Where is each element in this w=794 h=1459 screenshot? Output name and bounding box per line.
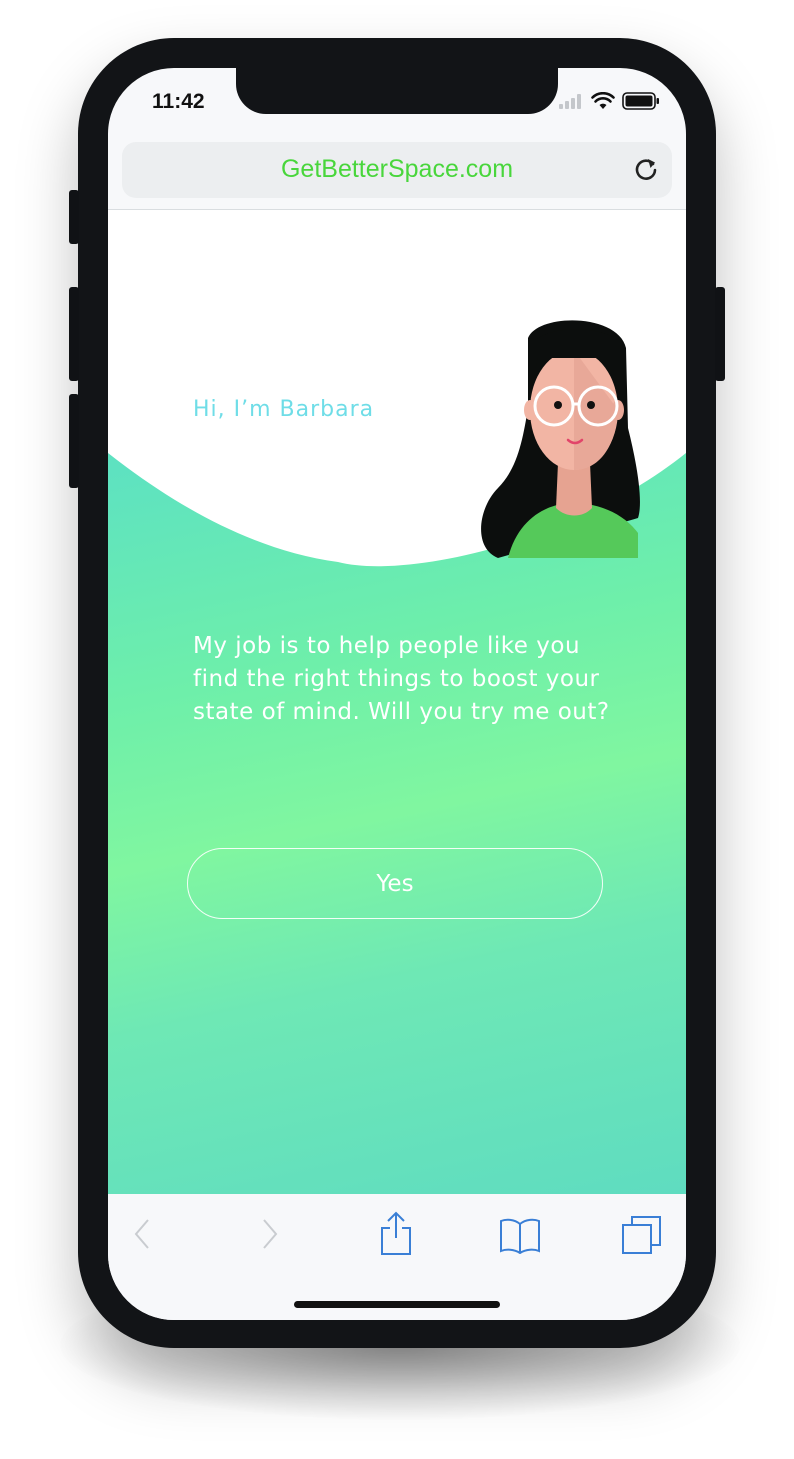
page-content: Hi, I’m Barbara My job is to help people…: [108, 210, 686, 1194]
volume-down-button: [69, 394, 79, 488]
status-time: 11:42: [152, 90, 205, 113]
intro-message: My job is to help people like you find t…: [193, 633, 610, 725]
battery-icon: [622, 92, 659, 110]
back-icon[interactable]: [130, 1216, 156, 1252]
greeting-text: Hi, I’m Barbara: [193, 397, 375, 422]
notch: [236, 68, 558, 114]
phone-screen: 11:42 GetBetterSpace.com Hi, I’m Barbara…: [108, 68, 686, 1320]
status-icons: [558, 92, 660, 110]
tabs-icon[interactable]: [620, 1214, 664, 1256]
power-button: [715, 287, 725, 381]
url-text: GetBetterSpace.com: [280, 155, 514, 183]
home-indicator[interactable]: [294, 1301, 500, 1308]
barbara-avatar: [481, 320, 640, 558]
browser-toolbar: [108, 1194, 686, 1320]
signal-icon: [559, 94, 581, 109]
address-bar[interactable]: GetBetterSpace.com: [122, 142, 672, 198]
volume-up-button: [69, 287, 79, 381]
reload-icon[interactable]: [632, 155, 660, 183]
forward-icon[interactable]: [256, 1216, 282, 1252]
mute-switch: [69, 190, 79, 244]
share-icon[interactable]: [378, 1210, 414, 1256]
yes-button[interactable]: Yes: [187, 848, 603, 919]
bookmarks-icon[interactable]: [498, 1216, 542, 1254]
wifi-icon: [591, 92, 615, 109]
